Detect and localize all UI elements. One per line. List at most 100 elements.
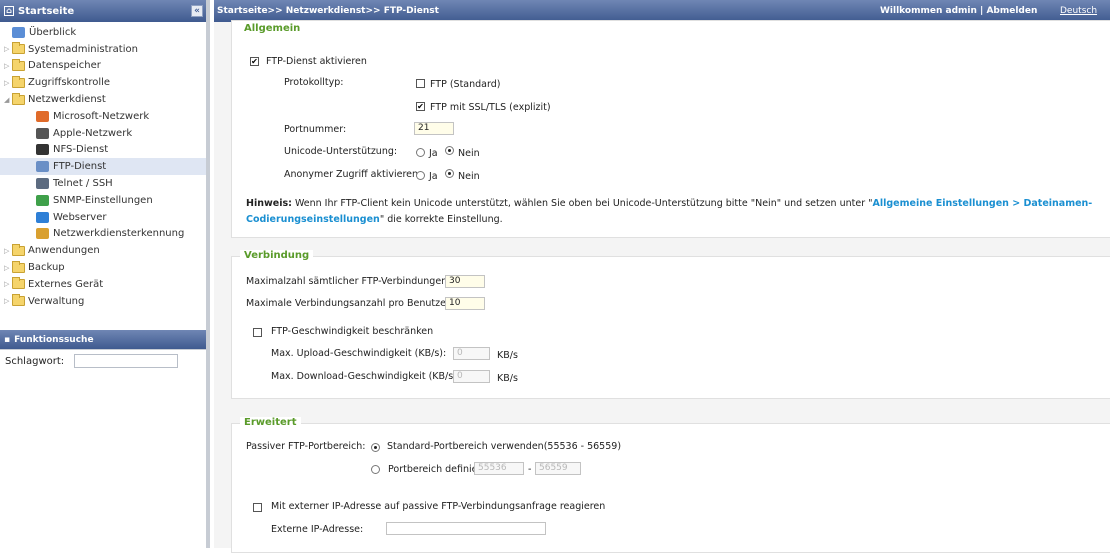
upload-unit: KB/s <box>497 350 518 361</box>
expand-arrow-icon[interactable]: ▷ <box>4 62 12 70</box>
folder-icon <box>12 294 25 307</box>
max-total-input[interactable]: 30 <box>445 275 485 288</box>
collapse-sidebar-button[interactable]: « <box>191 5 203 17</box>
home-icon: ⌂ <box>4 6 14 16</box>
sidebar-item-anwendungen[interactable]: ▷ Anwendungen <box>0 242 206 259</box>
anonymous-no-radio[interactable] <box>445 169 454 178</box>
function-search-icon: ▪ <box>4 334 11 345</box>
sidebar-item-zugriffskontrolle[interactable]: ▷ Zugriffskontrolle <box>0 74 206 91</box>
external-ip-checkbox-label: Mit externer IP-Adresse auf passive FTP-… <box>271 501 606 512</box>
expand-arrow-icon[interactable]: ▷ <box>4 264 12 272</box>
sidebar-item-verwaltung[interactable]: ▷ Verwaltung <box>0 293 206 310</box>
max-per-user-input[interactable]: 10 <box>445 297 485 310</box>
upload-speed-label: Max. Upload-Geschwindigkeit (KB/s): <box>271 348 447 359</box>
sidebar-item-label: Datenspeicher <box>28 60 101 72</box>
upload-speed-input[interactable]: 0 <box>453 347 490 360</box>
sidebar-item-nfs-dienst[interactable]: NFS-Dienst <box>0 142 206 159</box>
port-label: Portnummer: <box>284 124 347 135</box>
anonymous-yes-radio[interactable] <box>416 171 425 180</box>
welcome-logout-link[interactable]: Willkommen admin | Abmelden <box>880 6 1037 16</box>
ftp-ssl-label: FTP mit SSL/TLS (explizit) <box>430 102 551 113</box>
sidebar-item-label: Netzwerkdienst <box>28 94 106 106</box>
general-panel: Allgemein FTP-Dienst aktivieren Protokol… <box>231 20 1110 238</box>
default-range-label: Standard-Portbereich verwenden(55536 - 5… <box>387 441 622 452</box>
sidebar-item-microsoft-netzwerk[interactable]: Microsoft-Netzwerk <box>0 108 206 125</box>
sidebar-header: ⌂ Startseite « <box>0 0 206 22</box>
default-range-radio[interactable] <box>371 443 380 452</box>
ftp-standard-checkbox[interactable] <box>416 79 425 88</box>
sidebar-item-snmp-einstellungen[interactable]: SNMP-Einstellungen <box>0 192 206 209</box>
hint-body: Wenn Ihr FTP-Client kein Unicode unterst… <box>294 198 873 209</box>
filename-encoding-link-cont[interactable]: Codierungseinstellungen <box>246 214 380 225</box>
sidebar-item-apple-netzwerk[interactable]: Apple-Netzwerk <box>0 125 206 142</box>
filename-encoding-link[interactable]: Allgemeine Einstellungen > Dateinamen- <box>873 198 1093 209</box>
sidebar-item-label: Verwaltung <box>28 295 85 307</box>
sidebar-title[interactable]: Startseite <box>18 6 74 17</box>
top-bar: Startseite>> Netzwerkdienst>> FTP-Dienst… <box>214 0 1110 22</box>
sidebar-item-label: NFS-Dienst <box>53 144 109 156</box>
keyword-input[interactable] <box>74 354 178 368</box>
sidebar-item-webserver[interactable]: Webserver <box>0 209 206 226</box>
expand-arrow-icon[interactable]: ▷ <box>4 45 12 53</box>
expand-arrow-icon[interactable]: ◢ <box>4 96 12 104</box>
sidebar-item-label: FTP-Dienst <box>53 161 107 173</box>
ftp-icon <box>36 161 49 173</box>
breadcrumb[interactable]: Startseite>> Netzwerkdienst>> FTP-Dienst <box>217 6 439 16</box>
sidebar-item-label: Microsoft-Netzwerk <box>53 110 150 122</box>
globe-icon <box>36 211 49 223</box>
range-from-input[interactable]: 55536 <box>474 462 524 475</box>
enable-ftp-checkbox[interactable] <box>250 57 259 66</box>
linux-icon <box>36 144 49 156</box>
sidebar-item-externes-gerät[interactable]: ▷ Externes Gerät <box>0 276 206 293</box>
sidebar-item-telnet-ssh[interactable]: Telnet / SSH <box>0 175 206 192</box>
external-ip-field-label: Externe IP-Adresse: <box>271 524 364 535</box>
sidebar-item-netzwerkdiensterkennung[interactable]: Netzwerkdiensterkennung <box>0 226 206 243</box>
sidebar-item-label: Systemadministration <box>28 43 138 55</box>
sidebar-item-systemadministration[interactable]: ▷ Systemadministration <box>0 41 206 58</box>
sidebar-item-label: Apple-Netzwerk <box>53 127 133 139</box>
anonymous-label: Anonymer Zugriff aktivieren: <box>284 169 422 180</box>
ftp-ssl-checkbox[interactable] <box>416 102 425 111</box>
sidebar-item-label: Netzwerkdiensterkennung <box>53 228 185 240</box>
unicode-yes-radio[interactable] <box>416 148 425 157</box>
download-speed-input[interactable]: 0 <box>453 370 490 383</box>
connection-panel: Verbindung Maximalzahl sämtlicher FTP-Ve… <box>231 250 1110 399</box>
sidebar-item-label: Überblick <box>29 26 77 38</box>
passive-range-label: Passiver FTP-Portbereich: <box>246 441 366 452</box>
sidebar-item-datenspeicher[interactable]: ▷ Datenspeicher <box>0 58 206 75</box>
unicode-yes-label: Ja <box>429 148 438 159</box>
port-input[interactable]: 21 <box>414 122 454 135</box>
limit-speed-checkbox[interactable] <box>253 328 262 337</box>
expand-arrow-icon[interactable]: ▷ <box>4 247 12 255</box>
protocol-label: Protokolltyp: <box>284 77 344 88</box>
download-unit: KB/s <box>497 373 518 384</box>
range-to-input[interactable]: 56559 <box>535 462 581 475</box>
advanced-legend: Erweitert <box>240 417 301 428</box>
folder-icon <box>12 260 25 273</box>
expand-arrow-icon[interactable]: ▷ <box>4 297 12 305</box>
expand-arrow-icon[interactable]: ▷ <box>4 280 12 288</box>
unicode-label: Unicode-Unterstützung: <box>284 146 398 157</box>
sidebar-item-überblick[interactable]: Überblick <box>0 24 206 41</box>
function-search-panel: Schlagwort: <box>0 349 206 548</box>
ftp-standard-label: FTP (Standard) <box>430 79 501 90</box>
max-total-label: Maximalzahl sämtlicher FTP-Verbindungen: <box>246 276 451 287</box>
define-range-radio[interactable] <box>371 465 380 474</box>
hint-text: Hinweis: Wenn Ihr FTP-Client kein Unicod… <box>246 196 1096 228</box>
external-ip-checkbox[interactable] <box>253 503 262 512</box>
sidebar-item-ftp-dienst[interactable]: FTP-Dienst <box>0 158 206 176</box>
sidebar-item-netzwerkdienst[interactable]: ◢ Netzwerkdienst <box>0 91 206 108</box>
sidebar-item-label: Webserver <box>53 211 107 223</box>
hint-prefix: Hinweis: <box>246 198 292 209</box>
external-ip-input[interactable] <box>386 522 546 535</box>
folder-icon <box>12 42 25 55</box>
advanced-panel: Erweitert Passiver FTP-Portbereich: Stan… <box>231 417 1110 553</box>
folder-icon <box>12 277 25 290</box>
unicode-no-radio[interactable] <box>445 146 454 155</box>
language-selector[interactable]: Deutsch <box>1060 6 1097 16</box>
keyword-label: Schlagwort: <box>5 356 65 367</box>
function-search-header: ▪ Funktionssuche <box>0 330 206 349</box>
snmp-icon <box>36 194 49 206</box>
sidebar-item-backup[interactable]: ▷ Backup <box>0 259 206 276</box>
expand-arrow-icon[interactable]: ▷ <box>4 79 12 87</box>
